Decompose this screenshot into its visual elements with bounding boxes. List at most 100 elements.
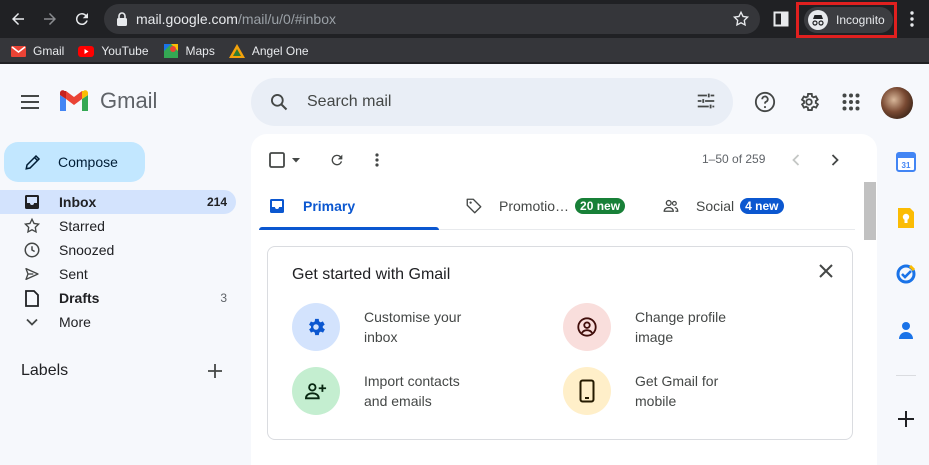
bookmark-star-icon[interactable] bbox=[732, 10, 750, 33]
inbox-icon bbox=[22, 192, 42, 212]
select-all-checkbox[interactable] bbox=[269, 150, 301, 170]
compose-button[interactable]: Compose bbox=[4, 142, 145, 182]
main-menu-button[interactable] bbox=[18, 90, 42, 114]
chevron-right-icon bbox=[831, 154, 839, 166]
tag-icon bbox=[466, 198, 482, 214]
search-icon bbox=[271, 94, 288, 111]
arrow-right-icon bbox=[44, 13, 56, 25]
tasks-icon bbox=[896, 264, 916, 284]
sidebar-item-snoozed[interactable]: Snoozed bbox=[0, 238, 236, 262]
checkbox-icon bbox=[269, 152, 285, 168]
get-started-card: Get started with Gmail Customise your inb… bbox=[267, 246, 853, 440]
get-gmail-mobile-item[interactable]: Get Gmail for mobile bbox=[563, 367, 765, 415]
send-icon bbox=[22, 264, 42, 284]
clock-icon bbox=[22, 240, 42, 260]
contacts-button[interactable] bbox=[895, 319, 917, 341]
labels-heading: Labels bbox=[21, 362, 69, 379]
apps-grid-icon bbox=[842, 93, 860, 111]
drafts-count: 3 bbox=[220, 291, 227, 305]
keep-icon bbox=[898, 208, 914, 228]
phone-icon bbox=[579, 379, 595, 403]
calendar-icon: 31 bbox=[896, 152, 916, 172]
angel-one-icon bbox=[228, 44, 245, 58]
reload-icon bbox=[75, 13, 88, 26]
sidebar-item-drafts[interactable]: Drafts 3 bbox=[0, 286, 236, 310]
bookmark-gmail[interactable]: Gmail bbox=[10, 44, 64, 58]
incognito-indicator[interactable]: Incognito bbox=[796, 2, 897, 38]
search-options-icon[interactable] bbox=[695, 90, 717, 117]
more-actions-button[interactable] bbox=[375, 150, 379, 170]
add-contact-icon bbox=[304, 383, 327, 400]
gmail-icon bbox=[10, 44, 26, 58]
change-profile-image-item[interactable]: Change profile image bbox=[563, 303, 765, 351]
older-button[interactable] bbox=[830, 150, 840, 170]
draft-icon bbox=[22, 288, 42, 308]
newer-button[interactable] bbox=[791, 150, 801, 170]
star-icon bbox=[22, 216, 42, 236]
incognito-icon bbox=[808, 10, 828, 30]
app-name: Gmail bbox=[100, 88, 158, 113]
support-button[interactable] bbox=[753, 90, 777, 114]
caret-down-icon bbox=[292, 158, 300, 163]
calendar-button[interactable]: 31 bbox=[895, 151, 917, 173]
social-badge: 4 new bbox=[740, 198, 784, 214]
close-icon bbox=[819, 264, 833, 278]
contacts-icon bbox=[899, 322, 913, 339]
card-title: Get started with Gmail bbox=[292, 266, 451, 283]
profile-icon bbox=[577, 317, 597, 337]
refresh-button[interactable] bbox=[329, 150, 345, 170]
avatar[interactable] bbox=[881, 87, 913, 119]
keep-button[interactable] bbox=[895, 207, 917, 229]
tab-social[interactable]: Social 4 new bbox=[662, 182, 784, 230]
plus-icon bbox=[208, 364, 222, 378]
bookmarks-bar: Gmail YouTube Maps Angel One bbox=[0, 38, 929, 64]
side-panel-button[interactable] bbox=[767, 5, 795, 33]
sidebar-item-more[interactable]: More bbox=[0, 310, 236, 334]
customise-inbox-item[interactable]: Customise your inbox bbox=[292, 303, 494, 351]
gear-icon bbox=[800, 93, 820, 111]
side-panel-icon bbox=[773, 11, 789, 27]
gmail-logo-icon bbox=[60, 90, 88, 111]
compose-label: Compose bbox=[58, 154, 118, 170]
import-contacts-item[interactable]: Import contacts and emails bbox=[292, 367, 494, 415]
apps-button[interactable] bbox=[839, 90, 863, 114]
create-label-button[interactable] bbox=[206, 362, 224, 385]
kebab-menu-icon bbox=[910, 11, 914, 27]
incognito-label: Incognito bbox=[836, 13, 885, 27]
tab-promotions[interactable]: Promotio… 20 new bbox=[465, 182, 626, 230]
svg-text:31: 31 bbox=[902, 161, 911, 170]
browser-menu-button[interactable] bbox=[898, 5, 926, 33]
gmail-logo[interactable]: Gmail bbox=[58, 88, 157, 114]
reload-button[interactable] bbox=[66, 3, 98, 35]
tab-primary[interactable]: Primary bbox=[269, 182, 355, 230]
sidebar-item-sent[interactable]: Sent bbox=[0, 262, 236, 286]
tasks-button[interactable] bbox=[895, 263, 917, 285]
bookmark-angel-one[interactable]: Angel One bbox=[228, 44, 309, 58]
pagination-label: 1–50 of 259 bbox=[702, 152, 766, 166]
bookmark-youtube[interactable]: YouTube bbox=[78, 44, 149, 58]
address-bar[interactable]: mail.google.com/mail/u/0/#inbox bbox=[104, 4, 760, 34]
get-addons-button[interactable] bbox=[895, 408, 917, 430]
settings-button[interactable] bbox=[797, 90, 821, 114]
search-input[interactable] bbox=[307, 93, 667, 111]
inbox-count: 214 bbox=[206, 195, 227, 209]
gear-icon bbox=[309, 318, 325, 336]
search-bar[interactable] bbox=[251, 78, 733, 126]
sidebar-nav: Inbox 214 Starred Snoozed Sent Drafts 3 … bbox=[0, 190, 236, 334]
gmail-header: Gmail bbox=[0, 70, 929, 134]
people-icon bbox=[663, 199, 679, 212]
youtube-icon bbox=[78, 44, 95, 58]
sidebar-item-starred[interactable]: Starred bbox=[0, 214, 236, 238]
promotions-badge: 20 new bbox=[575, 198, 626, 214]
arrow-left-icon bbox=[12, 13, 24, 25]
url-host: mail.google.com bbox=[136, 11, 238, 27]
pencil-icon bbox=[25, 154, 41, 170]
mail-scrollbar[interactable] bbox=[864, 182, 876, 240]
bookmark-maps[interactable]: Maps bbox=[163, 44, 215, 58]
browser-toolbar: mail.google.com/mail/u/0/#inbox Incognit… bbox=[0, 0, 929, 38]
mail-panel: 1–50 of 259 Primary Promotio… 20 new Soc… bbox=[251, 134, 877, 465]
close-card-button[interactable] bbox=[818, 263, 834, 284]
forward-button[interactable] bbox=[34, 3, 66, 35]
sidebar-item-inbox[interactable]: Inbox 214 bbox=[0, 190, 236, 214]
back-button[interactable] bbox=[2, 3, 34, 35]
